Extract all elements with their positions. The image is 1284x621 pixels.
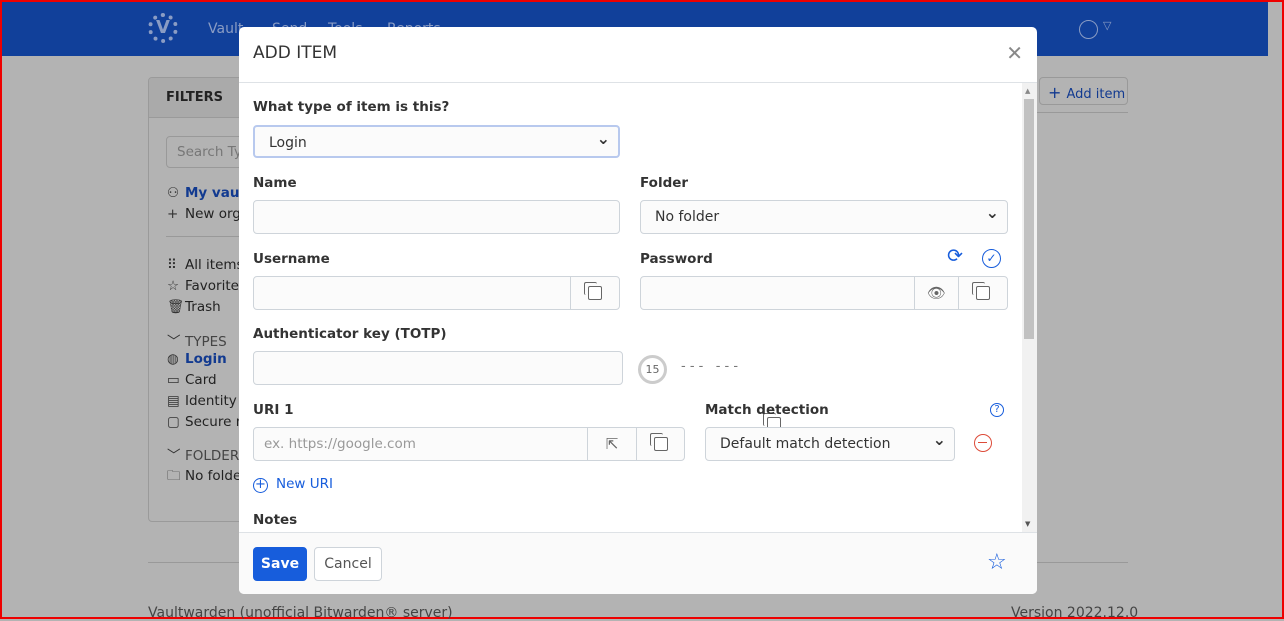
label: No folder	[185, 468, 247, 484]
label: Trash	[185, 299, 221, 315]
plus-circle-icon: +	[253, 478, 268, 493]
value: Default match detection	[720, 436, 891, 452]
brand-logo[interactable]: V	[148, 13, 178, 43]
add-item-button[interactable]: + Add item	[1039, 77, 1128, 105]
totp-label: Authenticator key (TOTP)	[253, 326, 447, 342]
password-input[interactable]: 👁	[640, 276, 1008, 310]
filters-panel: FILTERS Search Types ⚇My vault +New orga…	[148, 77, 248, 522]
user-icon: ⚇	[167, 185, 180, 201]
id-card-icon: ▤	[167, 393, 180, 409]
filter-card[interactable]: ▭ Card	[167, 372, 217, 388]
folder-select[interactable]: No folder	[640, 200, 1008, 234]
label: Identity	[185, 393, 237, 409]
globe-icon: ◍	[167, 351, 179, 367]
star-icon: ☆	[167, 278, 180, 294]
filter-identity[interactable]: ▤ Identity	[167, 393, 237, 409]
label: Card	[185, 372, 217, 388]
filters-title: FILTERS	[149, 78, 247, 118]
grid-icon: ⠿	[167, 257, 177, 273]
type-label: What type of item is this?	[253, 99, 450, 115]
help-icon[interactable]: ?	[990, 403, 1004, 417]
filter-favorites[interactable]: ☆ Favorites	[167, 278, 246, 294]
plus-icon: +	[167, 206, 179, 222]
user-circle-icon[interactable]	[1079, 20, 1098, 39]
folder-icon: 🗀	[167, 468, 181, 484]
filter-login[interactable]: ◍ Login	[167, 351, 227, 367]
name-label: Name	[253, 175, 297, 191]
cancel-button[interactable]: Cancel	[314, 547, 382, 581]
username-label: Username	[253, 251, 330, 267]
totp-countdown: 15	[638, 355, 667, 384]
uri-label: URI 1	[253, 402, 294, 418]
label: All items	[185, 257, 244, 273]
filter-all-items[interactable]: ⠿ All items	[167, 257, 244, 273]
uri-input[interactable]: ex. https://google.com ⇱	[253, 427, 685, 461]
chevron-down-icon: ﹀	[167, 448, 181, 464]
toggle-visibility-button[interactable]: 👁	[914, 277, 958, 309]
item-type-select[interactable]: Login	[253, 125, 620, 158]
favorite-star-icon[interactable]: ☆	[987, 550, 1007, 575]
copy-icon	[584, 282, 602, 300]
filter-trash[interactable]: 🗑Trash	[167, 299, 221, 315]
scrollbar[interactable]: ▲ ▼	[1022, 83, 1037, 532]
folder-label: Folder	[640, 175, 689, 191]
remove-uri-icon[interactable]	[974, 434, 992, 452]
chevron-down-icon[interactable]: ▽	[1103, 19, 1111, 32]
divider	[166, 236, 247, 237]
search-types-input[interactable]: Search Types	[166, 136, 247, 168]
eye-icon: 👁	[926, 284, 947, 302]
filter-no-folder[interactable]: 🗀 No folder	[167, 466, 247, 489]
match-detection-select[interactable]: Default match detection	[705, 427, 955, 461]
password-label: Password	[640, 251, 713, 267]
add-item-dialog: ADD ITEM ✕ What type of item is this? Lo…	[239, 27, 1037, 594]
launch-uri-button[interactable]: ⇱	[587, 428, 636, 460]
filter-my-vault[interactable]: ⚇ My vault	[167, 185, 247, 201]
types-header[interactable]: ﹀ TYPES	[167, 330, 227, 350]
notes-label: Notes	[253, 512, 298, 528]
external-link-icon: ⇱	[605, 435, 619, 453]
copy-icon	[649, 433, 668, 451]
copy-icon	[972, 282, 990, 300]
label: New URI	[276, 476, 333, 492]
trash-icon: 🗑	[167, 299, 185, 315]
filter-new-org[interactable]: +New organization	[167, 206, 247, 222]
value: No folder	[655, 209, 720, 225]
copy-password-button[interactable]	[958, 277, 1007, 309]
label: Add item	[1066, 87, 1126, 102]
credit-card-icon: ▭	[167, 372, 180, 388]
match-detection-label: Match detection	[705, 402, 829, 418]
label: TYPES	[185, 334, 227, 350]
dialog-footer: Save Cancel ☆	[239, 532, 1037, 594]
folders-header[interactable]: ﹀ FOLDERS	[167, 444, 247, 464]
generate-password-icon[interactable]: ⟳	[947, 245, 963, 267]
new-uri-button[interactable]: + New URI	[253, 476, 333, 493]
label: Favorites	[185, 278, 246, 294]
value: Login	[269, 135, 307, 151]
close-icon[interactable]: ✕	[1006, 41, 1023, 65]
note-icon: ▢	[167, 414, 180, 430]
check-password-icon[interactable]: ✓	[982, 249, 1001, 268]
label: Login	[185, 351, 227, 367]
filter-secure-note[interactable]: ▢Secure note	[167, 414, 247, 430]
username-input[interactable]	[253, 276, 620, 310]
divider	[1037, 112, 1128, 113]
save-button[interactable]: Save	[253, 547, 307, 581]
dialog-title: ADD ITEM	[239, 27, 1037, 83]
totp-code: - - - - - -	[681, 359, 739, 374]
copy-username-button[interactable]	[570, 277, 619, 309]
chevron-down-icon: ﹀	[167, 334, 181, 350]
plus-icon: +	[1048, 83, 1067, 102]
name-input[interactable]	[253, 200, 620, 234]
totp-input[interactable]	[253, 351, 623, 385]
copy-uri-button[interactable]	[636, 428, 684, 460]
placeholder: ex. https://google.com	[264, 436, 416, 452]
